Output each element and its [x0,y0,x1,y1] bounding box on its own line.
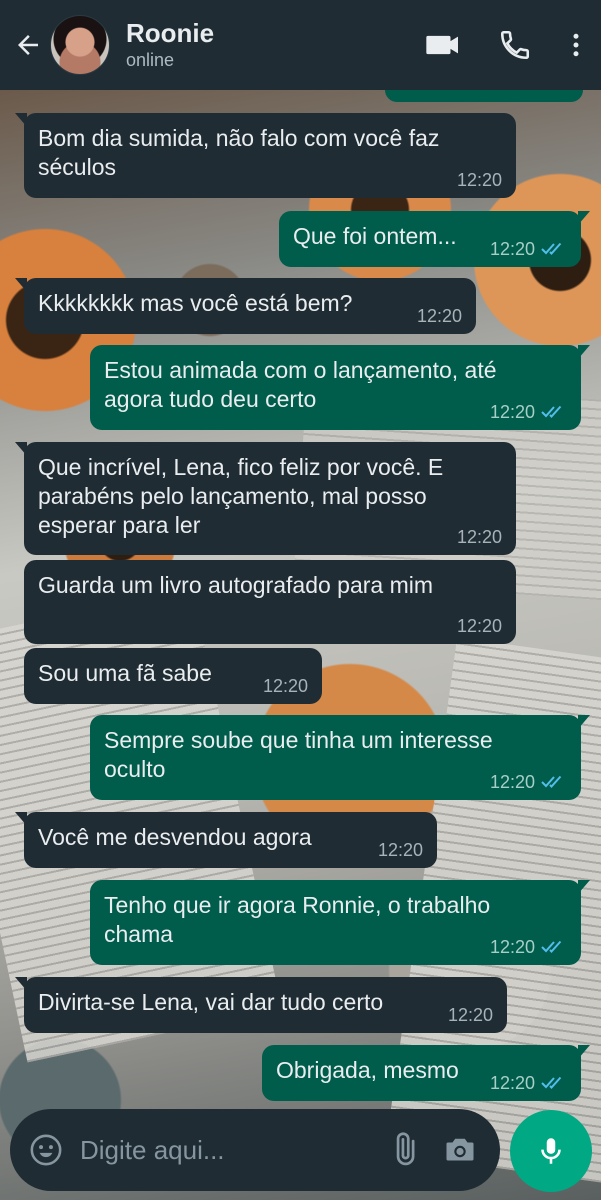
message-list: Bom dia sumida, não falo com você faz sé… [0,0,601,1200]
read-receipt-icon [541,242,562,255]
voice-call-button[interactable] [479,0,551,90]
read-receipt-icon [541,1076,562,1089]
back-button[interactable] [6,0,50,90]
read-receipt-icon [541,775,562,788]
camera-icon [446,1138,474,1161]
avatar[interactable] [50,15,110,75]
message-time: 12:20 [489,402,535,422]
message-incoming[interactable]: Que incrível, Lena, fico feliz por você.… [15,442,516,555]
back-arrow-icon [18,35,38,55]
more-options-icon [573,33,579,57]
message-outgoing[interactable]: Obrigada, mesmo 12:20 [262,1045,590,1101]
message-incoming[interactable]: Sou uma fã sabe 12:20 [24,648,322,704]
message-incoming[interactable]: Bom dia sumida, não falo com você faz sé… [15,113,516,198]
message-time: 12:20 [262,676,308,696]
contact-status: online [126,50,175,70]
message-outgoing[interactable]: Que foi ontem... 12:20 [279,211,590,267]
video-call-button[interactable] [407,0,479,90]
message-time: 12:20 [447,1005,493,1025]
message-time: 12:20 [489,772,535,792]
microphone-icon [541,1138,561,1164]
message-text: Que incrível, Lena, fico feliz por você.… [38,454,444,538]
message-time: 12:20 [489,1073,535,1093]
chat-header: Roonie online [0,0,601,90]
message-incoming[interactable]: Guarda um livro autografado para mim 12:… [24,560,516,644]
contact-info[interactable]: Roonie online [126,18,214,72]
message-time: 12:20 [489,937,535,957]
message-incoming[interactable]: Divirta-se Lena, vai dar tudo certo 12:2… [15,977,507,1033]
message-time: 12:20 [456,170,502,190]
message-time: 12:20 [456,616,502,636]
attach-button[interactable] [376,1122,432,1178]
message-text: Bom dia sumida, não falo com você faz sé… [38,125,440,180]
emoji-button[interactable] [26,1130,66,1170]
message-input[interactable] [78,1133,376,1167]
message-outgoing[interactable]: Estou animada com o lançamento, até agor… [90,345,590,430]
message-outgoing[interactable]: Tenho que ir agora Ronnie, o trabalho ch… [90,880,590,965]
read-receipt-icon [541,940,562,953]
message-text: Divirta-se Lena, vai dar tudo certo [38,989,384,1015]
video-call-icon [426,35,458,55]
message-text: Kkkkkkkk mas você está bem? [38,290,353,316]
read-receipt-icon [541,405,562,418]
message-text: Guarda um livro autografado para mim [38,572,434,598]
message-time: 12:20 [456,527,502,547]
attach-icon [396,1132,415,1166]
message-text: Você me desvendou agora [38,824,312,850]
message-composer [10,1109,500,1191]
phone-icon [500,30,530,60]
emoji-icon [30,1134,62,1166]
message-outgoing[interactable]: Sempre soube que tinha um interesse ocul… [90,715,590,800]
message-time: 12:20 [489,239,535,259]
camera-button[interactable] [432,1122,488,1178]
message-time: 12:20 [416,306,462,326]
voice-message-button[interactable] [510,1110,592,1192]
message-incoming[interactable]: Você me desvendou agora 12:20 [15,812,437,868]
more-options-button[interactable] [551,0,601,90]
message-time: 12:20 [377,840,423,860]
message-incoming[interactable]: Kkkkkkkk mas você está bem? 12:20 [15,278,476,334]
contact-name: Roonie [126,18,215,48]
